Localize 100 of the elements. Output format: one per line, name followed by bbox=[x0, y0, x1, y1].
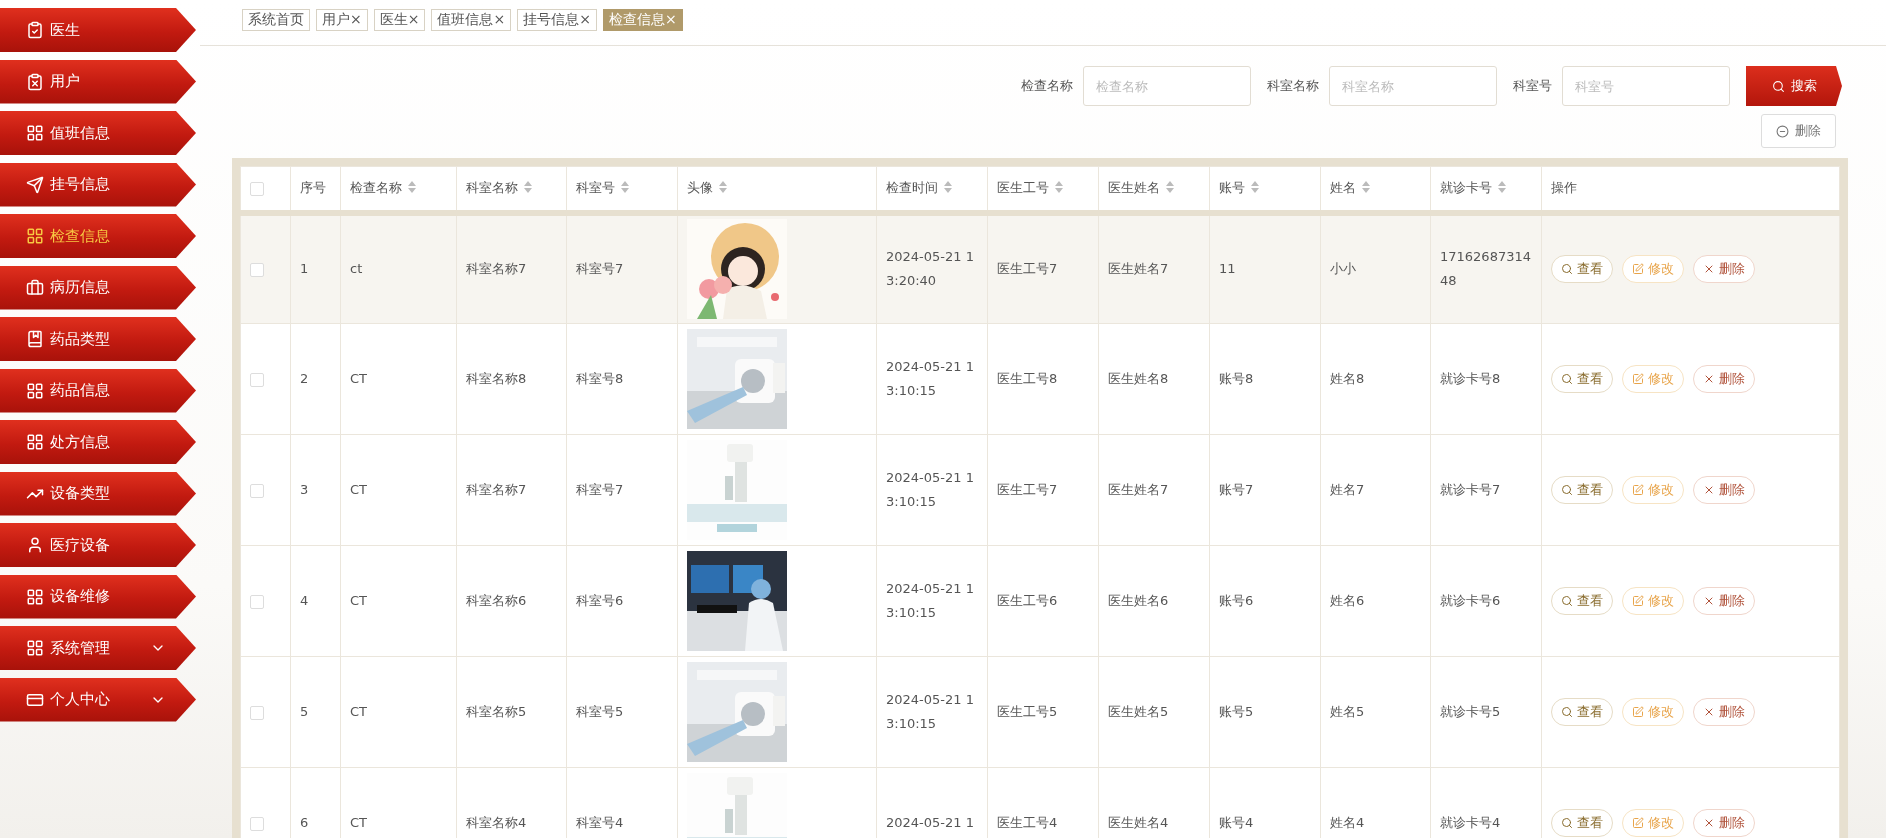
column-header[interactable]: 检查名称 bbox=[350, 180, 402, 196]
sort-icon[interactable] bbox=[1251, 181, 1259, 194]
column-header[interactable]: 就诊卡号 bbox=[1440, 180, 1492, 196]
grid-icon bbox=[26, 587, 44, 606]
sort-icon[interactable] bbox=[1362, 181, 1370, 194]
tab[interactable]: 医生× bbox=[373, 9, 426, 31]
search-icon bbox=[1561, 263, 1573, 276]
sort-icon[interactable] bbox=[1498, 181, 1506, 194]
sidebar-item[interactable]: 病历信息 bbox=[0, 265, 196, 310]
sort-icon[interactable] bbox=[1166, 181, 1174, 194]
view-button[interactable]: 查看 bbox=[1551, 698, 1613, 726]
column-header[interactable]: 检查时间 bbox=[886, 180, 938, 196]
column-header[interactable]: 姓名 bbox=[1330, 180, 1356, 196]
close-icon bbox=[1703, 817, 1715, 829]
column-header[interactable]: 医生工号 bbox=[997, 180, 1049, 196]
table-cell: 科室号7 bbox=[576, 482, 624, 497]
sidebar-item[interactable]: 用户 bbox=[0, 59, 196, 104]
sidebar-item[interactable]: 设备维修 bbox=[0, 574, 196, 619]
sidebar-item[interactable]: 医疗设备 bbox=[0, 523, 196, 567]
sidebar-item[interactable]: 系统管理 bbox=[0, 626, 196, 670]
sort-icon[interactable] bbox=[621, 181, 629, 194]
grid-icon bbox=[26, 227, 44, 245]
sidebar-item[interactable]: 药品信息 bbox=[0, 368, 196, 413]
search-button[interactable]: 搜索 bbox=[1746, 66, 1842, 106]
sort-icon[interactable] bbox=[1055, 181, 1063, 194]
delete-button[interactable]: 删除 bbox=[1693, 365, 1755, 393]
table-cell: 2024-05-21 13:10:15 bbox=[886, 692, 974, 731]
sidebar-item[interactable]: 设备类型 bbox=[0, 471, 196, 516]
grid-icon bbox=[26, 433, 44, 451]
sort-icon[interactable] bbox=[944, 181, 952, 194]
search-field[interactable]: 科室名称 bbox=[1329, 66, 1497, 106]
sidebar-label: 个人中心 bbox=[50, 690, 111, 709]
tab[interactable]: 系统首页 bbox=[242, 9, 310, 31]
delete-button[interactable]: 删除 bbox=[1693, 476, 1755, 504]
checkbox[interactable] bbox=[250, 262, 264, 277]
sidebar-item[interactable]: 挂号信息 bbox=[0, 162, 196, 207]
sidebar-label: 检查信息 bbox=[50, 226, 111, 246]
table-cell: 医生工号6 bbox=[997, 593, 1058, 608]
column-header[interactable]: 头像 bbox=[687, 180, 713, 196]
table-cell: 就诊卡号5 bbox=[1440, 704, 1501, 719]
sidebar-item[interactable]: 药品类型 bbox=[0, 317, 196, 361]
view-button[interactable]: 查看 bbox=[1551, 476, 1613, 504]
view-button[interactable]: 查看 bbox=[1551, 255, 1613, 284]
checkbox[interactable] bbox=[250, 182, 264, 196]
table-cell: 医生工号7 bbox=[997, 482, 1058, 497]
close-icon bbox=[1703, 484, 1715, 496]
edit-icon bbox=[1632, 817, 1644, 829]
table-cell: 姓名7 bbox=[1330, 482, 1365, 497]
table-cell: 科室号5 bbox=[576, 704, 624, 719]
table-cell: ct bbox=[350, 261, 363, 277]
table-cell: 11 bbox=[1219, 261, 1236, 277]
checkbox[interactable] bbox=[250, 705, 264, 720]
sidebar-label: 系统管理 bbox=[50, 638, 111, 658]
table-cell: 医生工号7 bbox=[997, 261, 1058, 277]
column-header[interactable]: 科室名称 bbox=[466, 180, 518, 196]
view-button[interactable]: 查看 bbox=[1551, 587, 1613, 615]
column-header[interactable]: 科室号 bbox=[576, 180, 615, 196]
sort-icon[interactable] bbox=[524, 181, 532, 194]
search-icon bbox=[1771, 79, 1785, 93]
sidebar-item[interactable]: 医生 bbox=[0, 8, 196, 52]
table-cell: 姓名5 bbox=[1330, 704, 1365, 719]
edit-icon bbox=[1632, 484, 1644, 496]
delete-button[interactable]: 删除 bbox=[1693, 698, 1755, 726]
table-cell: 科室号6 bbox=[576, 593, 624, 608]
sidebar-item[interactable]: 处方信息 bbox=[0, 420, 196, 464]
close-icon bbox=[1703, 373, 1715, 385]
checkbox[interactable] bbox=[250, 816, 264, 831]
column-header[interactable]: 医生姓名 bbox=[1108, 180, 1160, 196]
table-cell: 科室名称7 bbox=[466, 261, 527, 277]
view-button[interactable]: 查看 bbox=[1551, 365, 1613, 393]
table-cell: 2024-05-21 13:10:15 bbox=[886, 470, 974, 509]
delete-button[interactable]: 删除 bbox=[1693, 255, 1755, 284]
sort-icon[interactable] bbox=[719, 181, 727, 194]
checkbox[interactable] bbox=[250, 372, 264, 387]
sort-icon[interactable] bbox=[408, 181, 416, 194]
table-cell: 就诊卡号7 bbox=[1440, 482, 1501, 497]
checkbox[interactable] bbox=[250, 594, 264, 609]
table-cell: 账号7 bbox=[1219, 482, 1254, 497]
search-field[interactable]: 检查名称 bbox=[1083, 66, 1251, 106]
table-cell: 医生姓名7 bbox=[1108, 482, 1169, 497]
sidebar-item[interactable]: 检查信息 bbox=[0, 214, 196, 258]
tab[interactable]: 值班信息× bbox=[431, 9, 512, 31]
table-cell: 3 bbox=[300, 482, 309, 497]
sidebar-label: 处方信息 bbox=[50, 432, 111, 452]
checkbox[interactable] bbox=[250, 483, 264, 498]
table-cell: 4 bbox=[300, 593, 309, 608]
table-cell: 医生工号5 bbox=[997, 704, 1058, 719]
search-field[interactable]: 科室号 bbox=[1562, 66, 1730, 106]
sidebar-item[interactable]: 值班信息 bbox=[0, 111, 196, 155]
field-label: 检查名称 bbox=[1021, 77, 1073, 95]
delete-button[interactable]: 删除 bbox=[1693, 587, 1755, 615]
view-button[interactable]: 查看 bbox=[1551, 809, 1613, 837]
tab[interactable]: 用户× bbox=[316, 9, 368, 31]
delete-button[interactable]: 删除 bbox=[1693, 809, 1755, 837]
grid-icon bbox=[26, 381, 44, 400]
table-cell: 账号6 bbox=[1219, 593, 1254, 608]
sidebar-item[interactable]: 个人中心 bbox=[0, 677, 196, 722]
tab[interactable]: 挂号信息× bbox=[517, 9, 597, 31]
column-header[interactable]: 账号 bbox=[1219, 180, 1245, 196]
delete-button[interactable]: 删除 bbox=[1761, 114, 1836, 148]
